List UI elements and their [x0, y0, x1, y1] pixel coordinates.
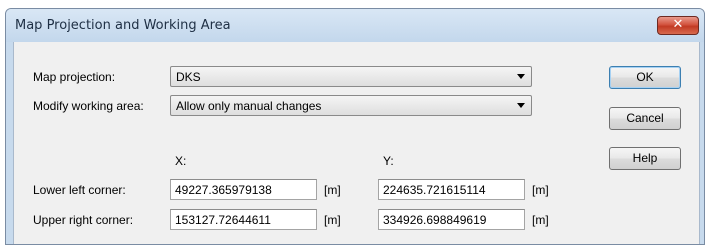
ok-button[interactable]: OK — [609, 66, 681, 89]
close-icon: ✕ — [672, 17, 684, 32]
x-column-header: X: — [175, 154, 187, 168]
map-projection-dropdown[interactable]: DKS — [170, 66, 532, 87]
lower-left-x-field[interactable]: 49227.365979138 — [170, 179, 317, 200]
modify-working-area-value: Allow only manual changes — [176, 99, 322, 113]
map-projection-value: DKS — [176, 70, 201, 84]
dialog-title: Map Projection and Working Area — [15, 18, 231, 33]
chevron-down-icon — [517, 74, 525, 79]
lower-left-corner-label: Lower left corner: — [33, 183, 126, 197]
close-button[interactable]: ✕ — [657, 16, 699, 35]
dialog-body: Map projection: DKS Modify working area:… — [13, 42, 700, 244]
modify-working-area-label: Modify working area: — [33, 99, 144, 113]
title-bar[interactable]: Map Projection and Working Area ✕ — [6, 9, 704, 42]
upper-right-y-field[interactable]: 334926.698849619 — [378, 209, 525, 230]
upper-right-y-unit: [m] — [532, 213, 549, 227]
lower-left-y-unit: [m] — [532, 183, 549, 197]
cancel-button[interactable]: Cancel — [609, 107, 681, 130]
upper-right-corner-label: Upper right corner: — [33, 213, 134, 227]
help-button[interactable]: Help — [609, 147, 681, 170]
upper-right-x-field[interactable]: 153127.72644611 — [170, 209, 317, 230]
dialog-window: Map Projection and Working Area ✕ Map pr… — [5, 8, 705, 245]
chevron-down-icon — [517, 103, 525, 108]
lower-left-x-unit: [m] — [324, 183, 341, 197]
upper-right-x-unit: [m] — [324, 213, 341, 227]
y-column-header: Y: — [383, 154, 394, 168]
modify-working-area-dropdown[interactable]: Allow only manual changes — [170, 95, 532, 116]
map-projection-label: Map projection: — [33, 70, 116, 84]
lower-left-y-field[interactable]: 224635.721615114 — [378, 179, 525, 200]
